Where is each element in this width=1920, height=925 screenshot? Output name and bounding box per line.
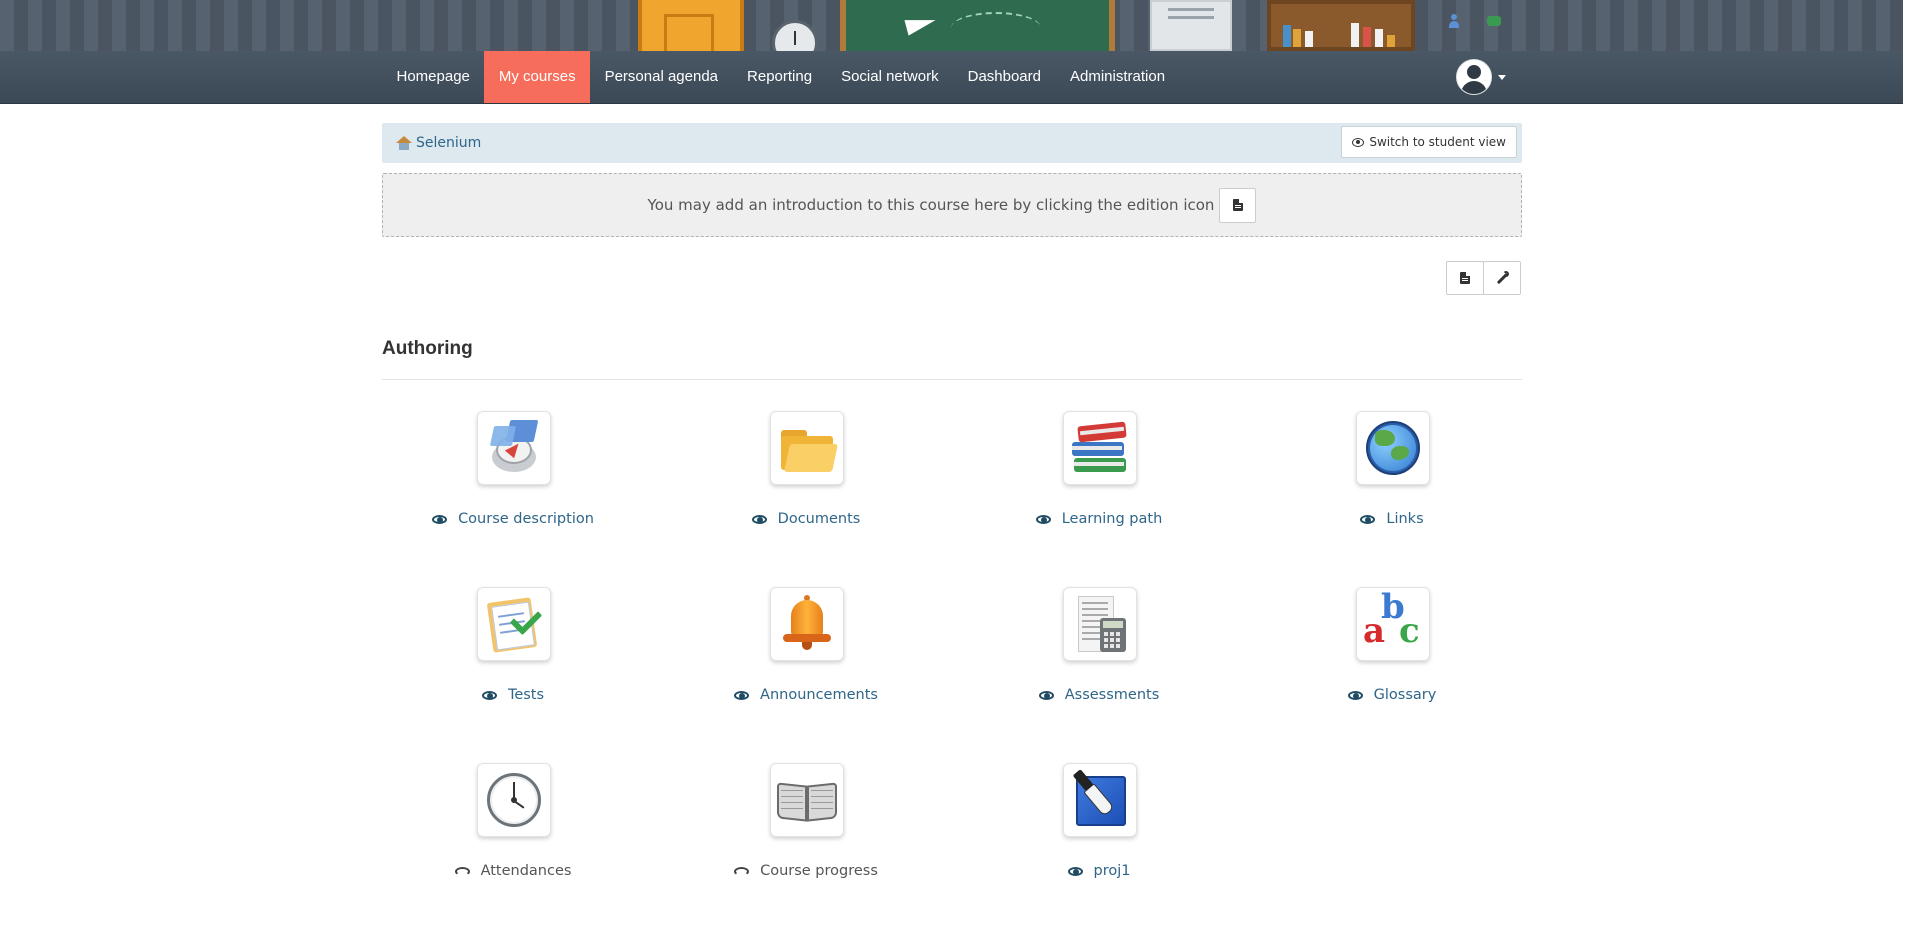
user-menu-dropdown[interactable]	[1456, 59, 1510, 97]
nav-item-personal-agenda[interactable]: Personal agenda	[590, 51, 732, 103]
course-tools-buttons	[1446, 261, 1521, 295]
folder-icon[interactable]	[770, 411, 844, 485]
globe-icon[interactable]	[1356, 411, 1430, 485]
tool-link-course-progress[interactable]: Course progress	[760, 863, 878, 879]
banner-door-illustration	[638, 0, 744, 51]
tool-link-tests[interactable]: Tests	[508, 687, 544, 703]
tool-link-course-description[interactable]: Course description	[458, 511, 594, 527]
banner-paper-illustration	[1150, 0, 1232, 51]
tool-label-row: Assessments	[956, 687, 1242, 703]
tool-proj1: proj1	[956, 763, 1236, 893]
home-icon	[396, 136, 412, 150]
visibility-eye-icon[interactable]	[751, 514, 769, 525]
nav-item-administration[interactable]: Administration	[1056, 51, 1180, 103]
tool-links: Links	[1249, 411, 1529, 541]
eye-icon	[1352, 137, 1365, 147]
tool-documents: Documents	[663, 411, 943, 541]
tool-link-documents[interactable]: Documents	[778, 511, 861, 527]
section-title: Authoring	[382, 338, 473, 359]
visibility-eye-icon[interactable]	[734, 690, 751, 701]
wrench-icon	[1495, 271, 1509, 285]
compass-icon[interactable]	[477, 411, 551, 485]
tool-course-description: Course description	[370, 411, 650, 541]
tool-label-row: Course description	[370, 511, 656, 527]
tool-link-proj1[interactable]: proj1	[1094, 863, 1131, 879]
bell-icon[interactable]	[770, 587, 844, 661]
open-book-icon[interactable]	[770, 763, 844, 837]
tool-learning-path: Learning path	[956, 411, 1236, 541]
course-intro-text: You may add an introduction to this cour…	[647, 196, 1215, 214]
document-icon	[1460, 272, 1470, 284]
nav-item-homepage[interactable]: Homepage	[382, 51, 484, 103]
tool-link-assessments[interactable]: Assessments	[1065, 687, 1160, 703]
banner-clock-illustration	[772, 20, 818, 51]
section-divider	[382, 379, 1522, 380]
nav-item-my-courses[interactable]: My courses	[484, 51, 591, 103]
tool-announcements: Announcements	[663, 587, 943, 717]
breadcrumb-course-label: Selenium	[416, 135, 482, 151]
caret-down-icon	[1498, 75, 1506, 80]
tool-tests: Tests	[370, 587, 650, 717]
tool-label-row: Documents	[663, 511, 949, 527]
tool-label-row: Attendances	[370, 863, 656, 879]
tool-link-glossary[interactable]: Glossary	[1374, 687, 1437, 703]
tool-label-row: Glossary	[1249, 687, 1535, 703]
visibility-eye-icon[interactable]	[1067, 866, 1085, 877]
tool-link-attendances[interactable]: Attendances	[481, 863, 572, 879]
tool-label-row: Course progress	[663, 863, 949, 879]
pen-icon[interactable]	[1063, 763, 1137, 837]
breadcrumb-course-link[interactable]: Selenium	[396, 123, 481, 163]
visibility-eye-icon[interactable]	[432, 514, 449, 525]
header-banner	[0, 0, 1903, 51]
nav-menu: Homepage My courses Personal agenda Repo…	[382, 51, 1180, 103]
tool-label-row: Announcements	[663, 687, 949, 703]
switch-student-view-button[interactable]: Switch to student view	[1341, 126, 1517, 158]
edit-intro-button[interactable]	[1219, 187, 1257, 223]
hidden-eye-icon[interactable]	[454, 866, 472, 877]
tool-attendances: Attendances	[370, 763, 650, 893]
tool-label-row: proj1	[956, 863, 1242, 879]
course-settings-button[interactable]	[1483, 261, 1521, 295]
clock-icon[interactable]	[477, 763, 551, 837]
visibility-eye-icon[interactable]	[481, 690, 499, 701]
visibility-eye-icon[interactable]	[1035, 514, 1053, 525]
hidden-eye-icon[interactable]	[734, 866, 751, 877]
banner-chalkboard-illustration	[840, 0, 1115, 51]
breadcrumb: Selenium Switch to student view	[382, 123, 1522, 163]
course-intro-box: You may add an introduction to this cour…	[382, 173, 1522, 237]
tool-link-learning-path[interactable]: Learning path	[1062, 511, 1163, 527]
user-mini-icon	[1448, 14, 1459, 28]
nav-item-social-network[interactable]: Social network	[827, 51, 954, 103]
tool-label-row: Tests	[370, 687, 656, 703]
tool-label-row: Learning path	[956, 511, 1242, 527]
tool-glossary: a b c Glossary	[1249, 587, 1529, 717]
plant-mini-icon	[1487, 16, 1501, 26]
avatar[interactable]	[1456, 59, 1492, 95]
banner-bookshelf-illustration	[1267, 0, 1415, 51]
visibility-eye-icon[interactable]	[1360, 514, 1377, 525]
checklist-icon[interactable]	[477, 587, 551, 661]
calculator-icon[interactable]	[1063, 587, 1137, 661]
nav-item-reporting[interactable]: Reporting	[733, 51, 827, 103]
document-icon	[1232, 199, 1243, 211]
books-icon[interactable]	[1063, 411, 1137, 485]
tool-course-progress: Course progress	[663, 763, 943, 893]
tool-assessments: Assessments	[956, 587, 1236, 717]
switch-student-view-label: Switch to student view	[1369, 135, 1506, 149]
tool-label-row: Links	[1249, 511, 1535, 527]
nav-item-dashboard[interactable]: Dashboard	[953, 51, 1055, 103]
abc-icon[interactable]: a b c	[1356, 587, 1430, 661]
main-navbar: Homepage My courses Personal agenda Repo…	[0, 51, 1903, 104]
visibility-eye-icon[interactable]	[1038, 690, 1056, 701]
edit-document-button[interactable]	[1446, 261, 1484, 295]
tool-link-links[interactable]: Links	[1386, 511, 1423, 527]
tool-link-announcements[interactable]: Announcements	[760, 687, 878, 703]
visibility-eye-icon[interactable]	[1347, 690, 1365, 701]
